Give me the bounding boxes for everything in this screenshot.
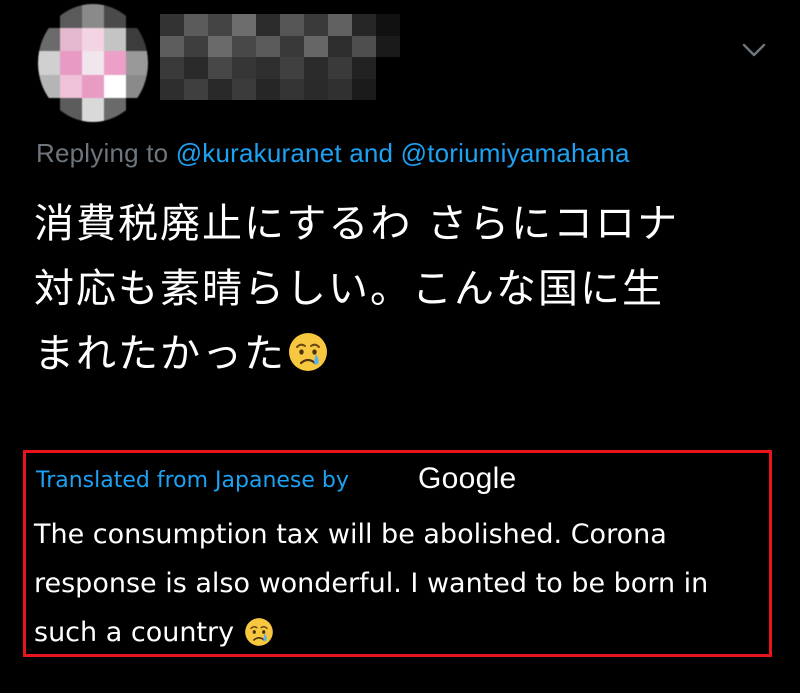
translated-text: The consumption tax will be abolished. C…	[34, 510, 774, 657]
avatar[interactable]	[38, 4, 148, 122]
tweet: Replying to @kurakuranet and @toriumiyam…	[0, 0, 800, 693]
chevron-down-icon[interactable]	[740, 36, 768, 64]
tweet-text-line: まれたかった	[34, 322, 764, 387]
translated-from-label[interactable]: Translated from Japanese by	[36, 468, 349, 493]
author-name-censored[interactable]	[160, 14, 400, 100]
translated-text-line: response is also wonderful. I wanted to …	[34, 568, 709, 599]
translated-text-line: such a country	[34, 608, 774, 657]
replying-to-conjunction: and	[341, 138, 401, 168]
translated-text-line: The consumption tax will be abolished. C…	[34, 519, 667, 550]
replying-to-prefix: Replying to	[36, 138, 176, 168]
mention-link[interactable]: @kurakuranet	[176, 138, 342, 168]
crying-face-icon	[289, 333, 327, 371]
replying-to: Replying to @kurakuranet and @toriumiyam…	[36, 138, 630, 169]
translated-text-fragment: such a country	[34, 617, 235, 648]
crying-face-icon	[244, 617, 273, 646]
google-logo: Google	[418, 462, 517, 495]
tweet-text-line: 消費税廃止にするわ さらにコロナ	[34, 201, 680, 247]
tweet-text-fragment: まれたかった	[34, 331, 286, 377]
tweet-text: 消費税廃止にするわ さらにコロナ 対応も素晴らしい。こんな国に生 まれたかった	[34, 192, 764, 387]
tweet-text-line: 対応も素晴らしい。こんな国に生	[34, 266, 664, 312]
mention-link[interactable]: @toriumiyamahana	[401, 138, 630, 168]
